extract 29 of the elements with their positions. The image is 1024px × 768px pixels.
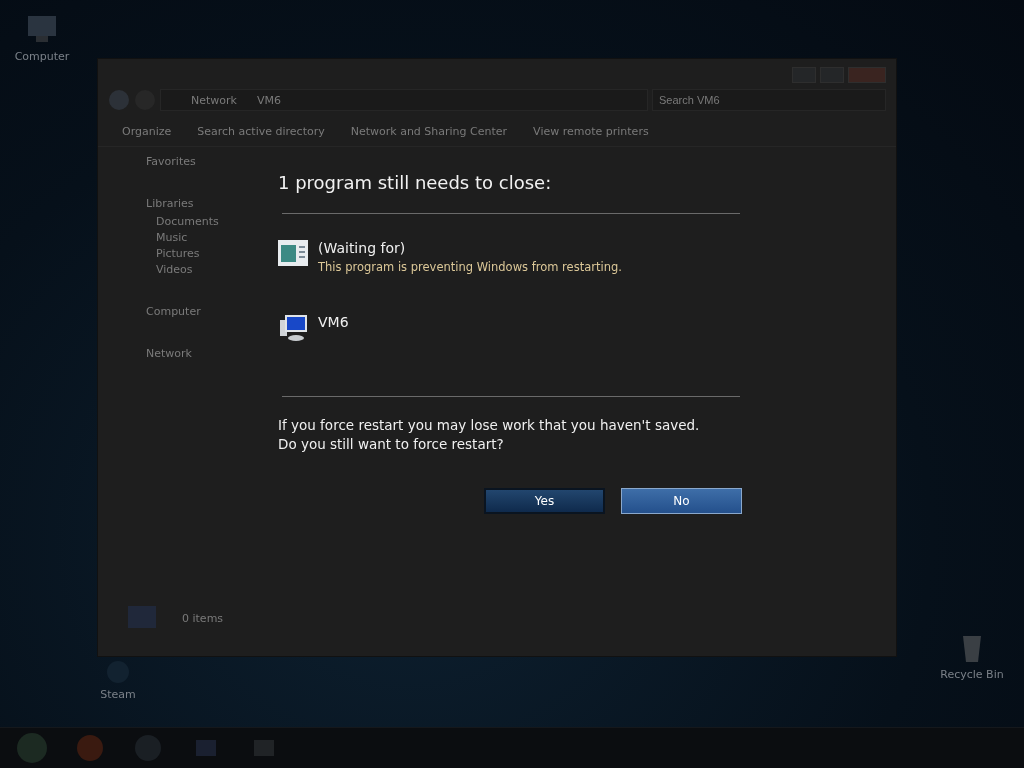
nav-item[interactable]: Pictures	[146, 247, 200, 260]
computer-icon	[278, 314, 308, 342]
item-count: 0 items	[182, 611, 224, 625]
program-name: VM6	[318, 314, 349, 330]
dialog-title: 1 program still needs to close:	[278, 172, 553, 195]
application-window-icon	[278, 240, 308, 266]
warning-text: Do you still want to force restart?	[278, 436, 505, 452]
program-status: This program is preventing Windows from restarting.	[318, 260, 622, 274]
nav-item[interactable]: Videos	[146, 263, 193, 276]
toolbar-button[interactable]: Network and Sharing Center	[344, 121, 514, 142]
nav-item[interactable]: Favorites	[146, 155, 196, 168]
desktop-icon-label: Steam	[100, 688, 136, 701]
nav-item[interactable]: Documents	[146, 215, 219, 228]
toolbar-button[interactable]: View remote printers	[527, 121, 655, 142]
nav-item[interactable]: Network	[146, 347, 192, 360]
search-field[interactable]: Search VM6	[652, 89, 886, 111]
dialog-button[interactable]: No	[621, 488, 742, 514]
toolbar-button[interactable]: Organize	[116, 121, 178, 142]
close-button[interactable]	[848, 67, 886, 83]
toolbar-button[interactable]: Search active directory	[191, 121, 331, 142]
address-bar[interactable]: Network VM6	[160, 89, 648, 111]
program-name: (Waiting for)	[318, 240, 407, 256]
desktop-icon-label: Computer	[14, 50, 70, 63]
nav-item[interactable]: Libraries	[146, 197, 194, 210]
desktop-icon-label: Recycle Bin	[940, 668, 1004, 681]
nav-item[interactable]: Computer	[146, 305, 201, 318]
nav-item[interactable]: Music	[146, 231, 188, 244]
warning-text: If you force restart you may lose work that you haven't saved.	[278, 417, 701, 433]
dialog-button[interactable]: Yes	[484, 488, 605, 514]
